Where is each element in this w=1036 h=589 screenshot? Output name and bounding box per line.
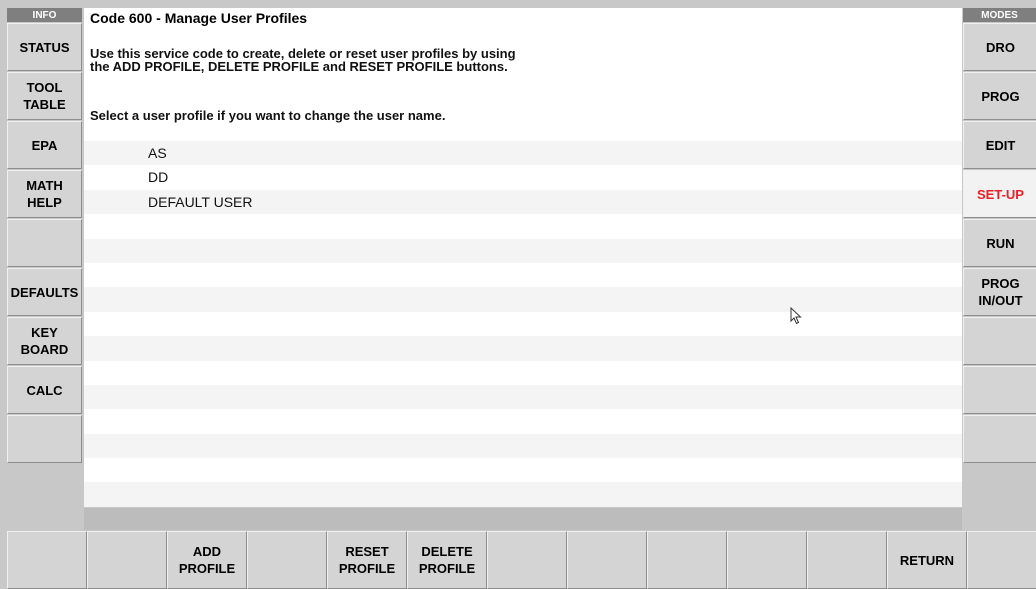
mode-edit-button[interactable]: EDIT — [963, 121, 1036, 169]
left-blank-button-8[interactable] — [7, 415, 82, 463]
softkey-return-button[interactable]: RETURN — [887, 531, 967, 589]
left-blank-button-4[interactable] — [7, 219, 82, 267]
profile-list: AS DD DEFAULT USER — [84, 141, 962, 507]
empty-row — [84, 336, 962, 361]
softkey-blank-button-6[interactable] — [487, 531, 567, 589]
empty-row — [84, 482, 962, 507]
status-bar — [84, 508, 962, 530]
softkey-blank-button-1[interactable] — [87, 531, 167, 589]
softkey-blank-button-10[interactable] — [807, 531, 887, 589]
left-key-board-button[interactable]: KEY BOARD — [7, 317, 82, 365]
empty-row — [84, 409, 962, 434]
softkey-blank-button-12[interactable] — [967, 531, 1036, 589]
info-header: INFO — [7, 8, 82, 22]
softkey-blank-button-0[interactable] — [7, 531, 87, 589]
empty-row — [84, 384, 962, 410]
prompt-text: Select a user profile if you want to cha… — [90, 108, 446, 123]
softkey-delete-profile-button[interactable]: DELETE PROFILE — [407, 531, 487, 589]
left-tool-table-button[interactable]: TOOL TABLE — [7, 72, 82, 120]
softkey-blank-button-7[interactable] — [567, 531, 647, 589]
empty-row — [84, 458, 962, 483]
left-math-help-button[interactable]: MATH HELP — [7, 170, 82, 218]
mode-blank-button-6[interactable] — [963, 317, 1036, 365]
mode-column: DRO PROG EDIT SET-UP RUN PROG IN/OUT — [963, 23, 1036, 464]
empty-row — [84, 287, 962, 312]
mode-blank-button-7[interactable] — [963, 366, 1036, 414]
left-status-button[interactable]: STATUS — [7, 23, 82, 71]
main-panel: Code 600 - Manage User Profiles Use this… — [84, 8, 962, 507]
mode-run-button[interactable]: RUN — [963, 219, 1036, 267]
empty-row — [84, 433, 962, 459]
left-calc-button[interactable]: CALC — [7, 366, 82, 414]
empty-row — [84, 238, 962, 263]
left-epa-button[interactable]: EPA — [7, 121, 82, 169]
mode-prog-in-out-button[interactable]: PROG IN/OUT — [963, 268, 1036, 316]
modes-header: MODES — [963, 8, 1036, 22]
description-text: Use this service code to create, delete … — [90, 46, 516, 74]
mouse-pointer-icon — [790, 306, 802, 330]
mode-prog-button[interactable]: PROG — [963, 72, 1036, 120]
empty-row — [84, 311, 962, 337]
empty-row — [84, 360, 962, 385]
profile-row[interactable]: DD — [84, 165, 962, 190]
mode-blank-button-8[interactable] — [963, 415, 1036, 463]
softkey-blank-button-9[interactable] — [727, 531, 807, 589]
softkey-bar: ADD PROFILE RESET PROFILE DELETE PROFILE RE… — [7, 531, 1036, 589]
softkey-add-profile-button[interactable]: ADD PROFILE — [167, 531, 247, 589]
softkey-blank-button-3[interactable] — [247, 531, 327, 589]
softkey-blank-button-8[interactable] — [647, 531, 727, 589]
profile-row[interactable]: AS — [84, 141, 962, 166]
mode-set-up-button[interactable]: SET-UP — [963, 170, 1036, 218]
empty-row — [84, 214, 962, 239]
left-defaults-button[interactable]: DEFAULTS — [7, 268, 82, 316]
left-function-column: STATUS TOOL TABLE EPA MATH HELP DEFAULTS KEY … — [7, 23, 82, 464]
profile-row[interactable]: DEFAULT USER — [84, 189, 962, 215]
softkey-reset-profile-button[interactable]: RESET PROFILE — [327, 531, 407, 589]
page-title: Code 600 - Manage User Profiles — [90, 10, 308, 26]
mode-dro-button[interactable]: DRO — [963, 23, 1036, 71]
empty-row — [84, 262, 962, 288]
